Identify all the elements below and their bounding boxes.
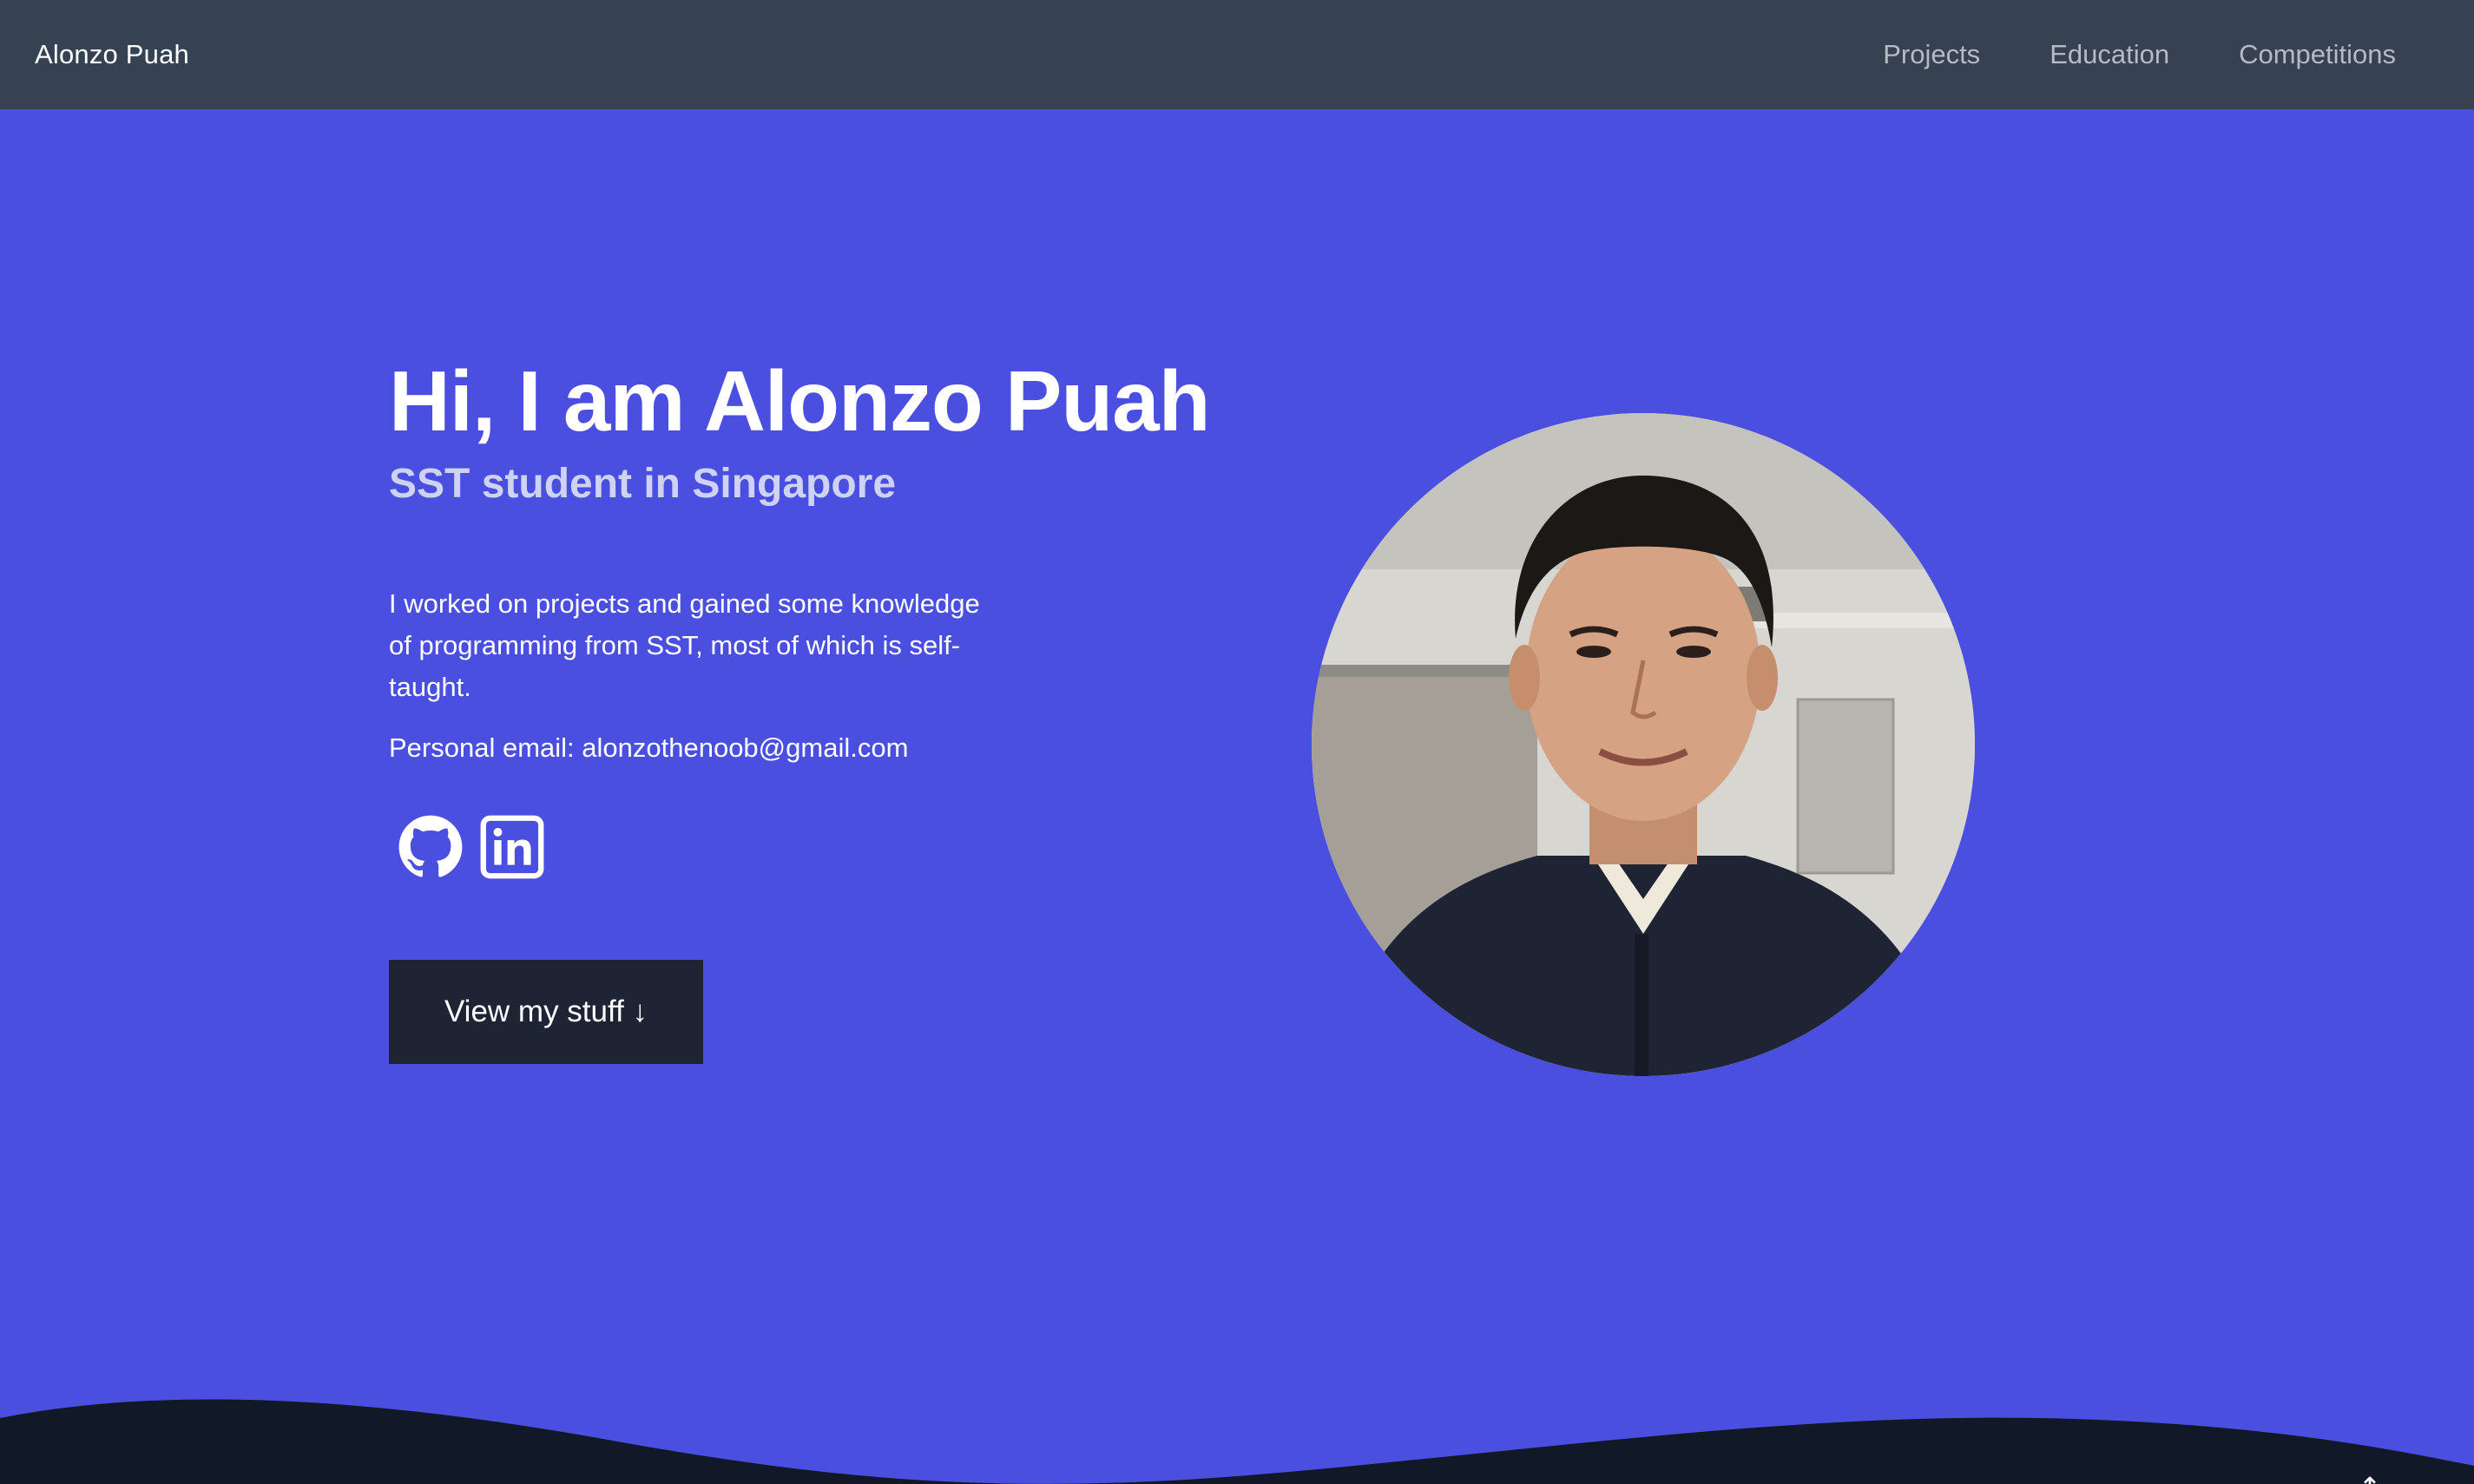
github-link[interactable]: [398, 814, 464, 880]
hero-title: Hi, I am Alonzo Puah: [389, 353, 1211, 449]
profile-photo: [1312, 413, 1975, 1076]
linkedin-link[interactable]: [479, 814, 545, 880]
linkedin-icon: [480, 815, 544, 879]
nav-link-education[interactable]: Education: [2050, 39, 2169, 70]
scroll-to-top-button[interactable]: ↑: [2352, 1470, 2387, 1484]
hero-bio: I worked on projects and gained some kno…: [389, 588, 980, 702]
email-text: Personal email: alonzothenoob@gmail.com: [389, 732, 909, 763]
nav-link-projects[interactable]: Projects: [1883, 39, 1980, 70]
nav-link-competitions[interactable]: Competitions: [2239, 39, 2396, 70]
social-links: [398, 814, 545, 880]
hero-section: Hi, I am Alonzo Puah SST student in Sing…: [0, 109, 2474, 1484]
top-navbar: Alonzo Puah Projects Education Competiti…: [0, 0, 2474, 109]
nav-links: Projects Education Competitions: [1813, 39, 2396, 70]
wave-divider: [0, 1399, 2474, 1484]
hero-subtitle: SST student in Singapore: [389, 461, 897, 507]
github-icon: [398, 815, 463, 877]
brand-link[interactable]: Alonzo Puah: [35, 39, 189, 70]
view-my-stuff-button[interactable]: View my stuff ↓: [389, 960, 703, 1064]
